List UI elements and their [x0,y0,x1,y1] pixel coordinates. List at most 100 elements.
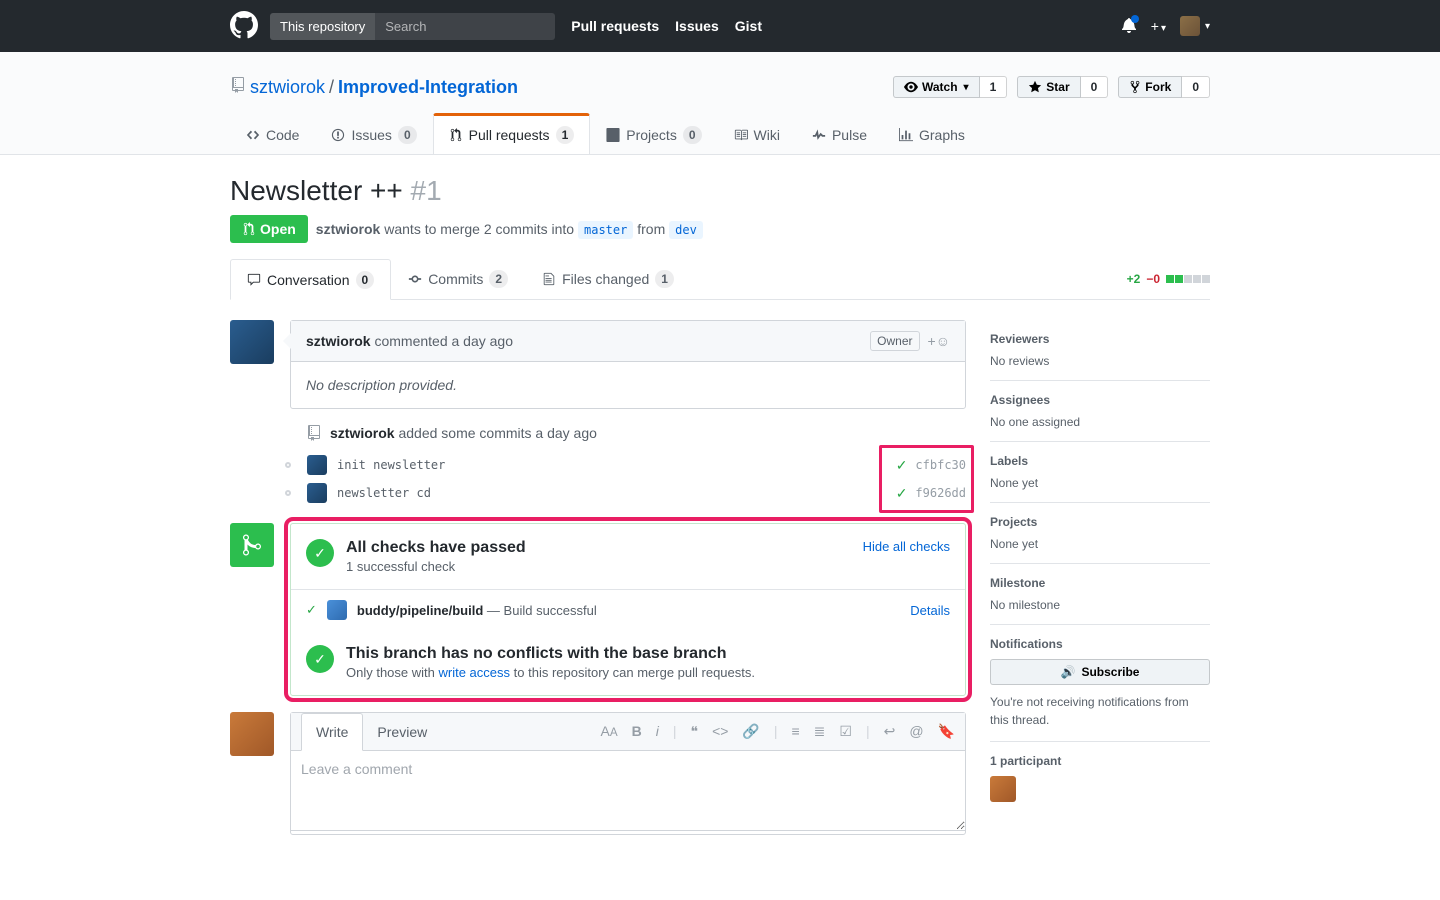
star-count[interactable]: 0 [1081,76,1109,98]
new-comment-form: Write Preview AA B i | ❝ <> 🔗 | ≡ [230,712,966,835]
text-size-icon[interactable]: AA [601,723,618,740]
subscribe-button[interactable]: 🔊Subscribe [990,659,1210,685]
watch-button[interactable]: Watch▾ [893,76,980,98]
commits-author[interactable]: sztwiorok [330,425,395,441]
search-input[interactable] [375,13,555,40]
diff-stats: +2 −0 [1127,272,1210,286]
pr-author[interactable]: sztwiorok [316,221,381,237]
nav-issues[interactable]: Issues [675,18,719,34]
sidebar-reviewers[interactable]: Reviewers No reviews [990,320,1210,381]
fork-button[interactable]: Fork [1118,76,1182,98]
checks-title: All checks have passed [346,539,851,557]
comment-body: No description provided. [291,362,965,408]
commit-row: init newsletter ✓ cfbfc30 [306,451,966,479]
commit-message[interactable]: newsletter cd [337,486,431,500]
code-icon[interactable]: <> [712,723,728,740]
tab-files-changed[interactable]: Files changed1 [525,259,691,299]
sidebar-notifications: Notifications 🔊Subscribe You're not rece… [990,625,1210,742]
comment-author[interactable]: sztwiorok [306,333,371,349]
nav-pulse[interactable]: Pulse [796,114,883,154]
write-access-link[interactable]: write access [439,665,511,680]
current-user-avatar[interactable] [230,712,274,756]
merge-icon [230,523,274,567]
head-branch[interactable]: dev [669,221,703,239]
nav-issues[interactable]: Issues0 [315,114,432,154]
repo-title: sztwiorok / Improved-Integration [230,77,518,98]
check-row: ✓ buddy/pipeline/build — Build successfu… [291,589,965,630]
commit-avatar[interactable] [307,455,327,475]
github-logo-icon[interactable] [230,11,258,42]
comment-timestamp: commented a day ago [374,333,513,349]
owner-badge: Owner [870,331,919,351]
participant-avatar[interactable] [990,776,1016,802]
no-conflicts-title: This branch has no conflicts with the ba… [346,645,755,663]
sidebar-assignees[interactable]: Assignees No one assigned [990,381,1210,442]
commit-sha[interactable]: f9626dd [915,486,966,500]
sidebar-labels[interactable]: Labels None yet [990,442,1210,503]
create-new-icon[interactable]: +▾ [1151,18,1166,34]
check-details-link[interactable]: Details [910,603,950,618]
write-tab[interactable]: Write [301,713,363,751]
nav-pull-requests[interactable]: Pull requests1 [433,113,591,154]
pr-description-comment: sztwiorok commented a day ago Owner +☺ N… [230,320,966,409]
check-status: Build successful [504,603,597,618]
commit-sha[interactable]: cfbfc30 [915,458,966,472]
comment-textarea[interactable] [291,751,965,831]
watch-count[interactable]: 1 [980,76,1008,98]
repo-nav: Code Issues0 Pull requests1 Projects0 Wi… [230,114,1210,154]
check-name[interactable]: buddy/pipeline/build [357,603,483,618]
check-circle-icon: ✓ [306,539,334,567]
sidebar-milestone[interactable]: Milestone No milestone [990,564,1210,625]
preview-tab[interactable]: Preview [363,714,441,750]
sidebar: Reviewers No reviews Assignees No one as… [990,320,1210,835]
checks-subtitle: 1 successful check [346,559,851,574]
hide-checks-link[interactable]: Hide all checks [863,539,950,554]
nav-wiki[interactable]: Wiki [718,114,796,154]
link-icon[interactable]: 🔗 [742,723,759,740]
pr-number: #1 [411,175,442,206]
nav-gist[interactable]: Gist [735,18,762,34]
nav-graphs[interactable]: Graphs [883,114,981,154]
sidebar-projects[interactable]: Projects None yet [990,503,1210,564]
saved-reply-icon[interactable]: 🔖 [938,723,955,740]
nav-code[interactable]: Code [230,114,315,154]
check-icon[interactable]: ✓ [896,485,908,502]
commit-avatar[interactable] [307,483,327,503]
add-reaction-icon[interactable]: +☺ [928,333,950,349]
check-service-avatar[interactable] [327,600,347,620]
star-button[interactable]: Star [1017,76,1080,98]
global-header: This repository Pull requests Issues Gis… [0,0,1440,52]
timeline-dot-icon [285,462,291,468]
author-avatar[interactable] [230,320,274,364]
nav-projects[interactable]: Projects0 [590,114,717,154]
star-button-group: Star 0 [1017,76,1108,98]
bold-icon[interactable]: B [632,723,642,740]
merge-status: ✓ All checks have passed 1 successful ch… [230,523,966,696]
reply-icon[interactable]: ↩ [884,723,896,740]
commit-message[interactable]: init newsletter [337,458,445,472]
ol-icon[interactable]: ≣ [814,723,826,740]
nav-pull-requests[interactable]: Pull requests [571,18,659,34]
pr-state-badge: Open [230,215,308,243]
quote-icon[interactable]: ❝ [691,723,699,740]
search-container: This repository [270,13,555,40]
ul-icon[interactable]: ≡ [792,723,800,740]
notifications-icon[interactable] [1121,17,1137,36]
owner-link[interactable]: sztwiorok [250,77,325,98]
tab-conversation[interactable]: Conversation0 [230,259,391,300]
search-scope[interactable]: This repository [270,13,375,40]
repo-link[interactable]: Improved-Integration [338,77,518,98]
task-list-icon[interactable]: ☑ [839,723,852,740]
sidebar-participants: 1 participant [990,742,1210,817]
italic-icon[interactable]: i [656,723,659,740]
commit-row: newsletter cd ✓ f9626dd [306,479,966,507]
check-icon[interactable]: ✓ [896,457,908,474]
pr-tabs: Conversation0 Commits2 Files changed1 +2… [230,259,1210,300]
base-branch[interactable]: master [578,221,633,239]
tab-commits[interactable]: Commits2 [391,259,525,299]
mention-icon[interactable]: @ [909,723,923,740]
watch-button-group: Watch▾ 1 [893,76,1007,98]
fork-count[interactable]: 0 [1182,76,1210,98]
user-avatar[interactable]: ▾ [1180,16,1210,36]
header-nav: Pull requests Issues Gist [571,18,762,34]
